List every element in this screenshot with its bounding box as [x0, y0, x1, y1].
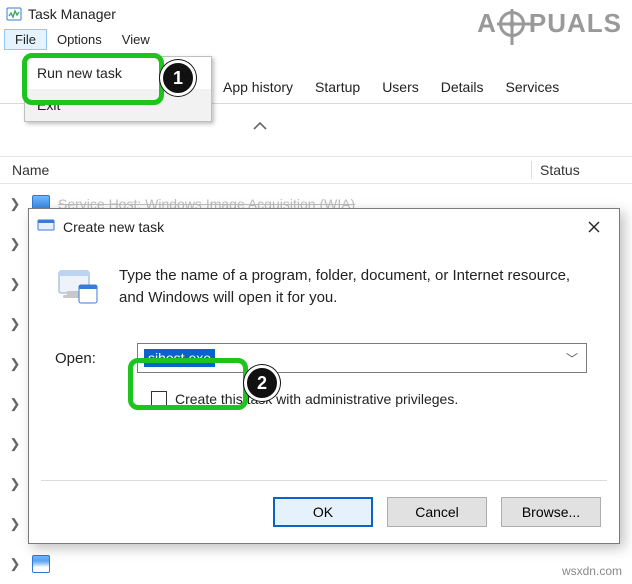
expand-icon[interactable]: ❯	[6, 196, 24, 212]
close-button[interactable]	[577, 213, 611, 241]
task-manager-icon	[6, 6, 22, 22]
expand-icon[interactable]: ❯	[6, 316, 24, 332]
watermark-rest: PUALS	[529, 8, 622, 39]
column-status[interactable]: Status	[540, 162, 620, 178]
expand-icon[interactable]: ❯	[6, 516, 24, 532]
ok-button[interactable]: OK	[273, 497, 373, 527]
open-combobox[interactable]: sihost.exe ﹀	[137, 343, 587, 373]
tab-details[interactable]: Details	[430, 73, 495, 103]
dialog-message: Type the name of a program, folder, docu…	[119, 265, 587, 309]
run-dialog-icon	[37, 217, 55, 238]
dialog-title: Create new task	[63, 219, 164, 235]
expand-icon[interactable]: ❯	[6, 436, 24, 452]
column-name[interactable]: Name	[12, 162, 523, 178]
tab-services[interactable]: Services	[495, 73, 571, 103]
watermark-letter: A	[477, 8, 497, 39]
expand-icon[interactable]: ❯	[6, 556, 24, 572]
chevron-down-icon[interactable]: ﹀	[566, 350, 578, 367]
expand-icon[interactable]: ❯	[6, 356, 24, 372]
callout-badge: 1	[160, 60, 196, 96]
menu-view[interactable]: View	[112, 30, 160, 49]
window-title: Task Manager	[28, 6, 116, 22]
open-value: sihost.exe	[144, 349, 215, 367]
target-icon	[499, 11, 525, 37]
process-icon	[32, 555, 50, 573]
expand-icon[interactable]: ❯	[6, 236, 24, 252]
chevron-up-icon[interactable]	[252, 118, 268, 134]
callout-badge: 2	[244, 365, 280, 401]
tab-app-history[interactable]: App history	[212, 73, 304, 103]
tab-startup[interactable]: Startup	[304, 73, 371, 103]
run-program-icon	[55, 265, 99, 309]
menu-options[interactable]: Options	[47, 30, 112, 49]
column-divider	[531, 161, 532, 179]
dialog-separator	[41, 480, 607, 481]
image-credit: wsxdn.com	[562, 564, 622, 578]
open-label: Open:	[55, 350, 115, 367]
menu-file[interactable]: File	[4, 29, 47, 50]
process-row[interactable]: ❯	[0, 544, 632, 584]
expand-icon[interactable]: ❯	[6, 476, 24, 492]
tab-users[interactable]: Users	[371, 73, 430, 103]
dialog-buttonbar: OK Cancel Browse...	[273, 497, 601, 527]
cancel-button[interactable]: Cancel	[387, 497, 487, 527]
admin-checkbox[interactable]	[151, 391, 167, 407]
list-header: Name Status	[0, 156, 632, 184]
create-new-task-dialog: Create new task Type the name of a progr…	[28, 208, 620, 544]
expand-icon[interactable]: ❯	[6, 276, 24, 292]
browse-button[interactable]: Browse...	[501, 497, 601, 527]
expand-icon[interactable]: ❯	[6, 396, 24, 412]
watermark: A PUALS	[477, 8, 622, 39]
admin-label: Create this task with administrative pri…	[175, 391, 458, 407]
dialog-titlebar: Create new task	[29, 209, 619, 245]
